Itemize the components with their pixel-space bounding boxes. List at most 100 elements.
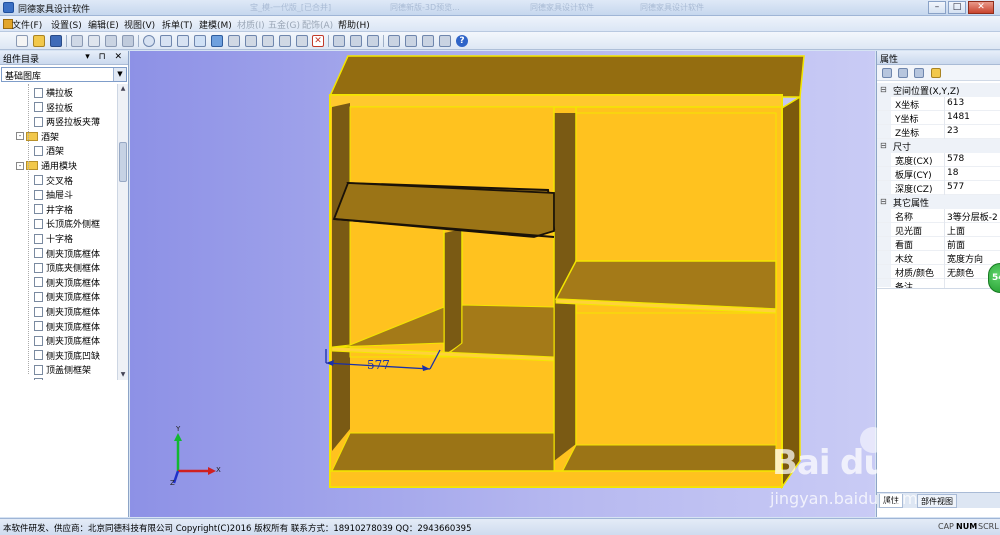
property-row[interactable]: 宽度(CX) 578 xyxy=(877,153,1000,167)
property-value[interactable]: 577 xyxy=(947,182,964,192)
chevron-down-icon[interactable]: ▼ xyxy=(113,68,126,81)
options-icon[interactable] xyxy=(105,35,117,47)
tree-item[interactable]: … xyxy=(34,378,55,380)
paste-icon[interactable] xyxy=(262,35,274,47)
new-icon[interactable] xyxy=(16,35,28,47)
export-icon[interactable] xyxy=(439,35,451,47)
minimize-button[interactable]: – xyxy=(928,1,946,14)
property-pages-icon[interactable] xyxy=(914,68,924,78)
library-select[interactable]: 基础图库 ▼ xyxy=(1,67,127,82)
print-icon[interactable] xyxy=(88,35,100,47)
collapse-icon[interactable]: ⊟ xyxy=(880,141,887,150)
delete-icon[interactable]: ✕ xyxy=(312,35,324,47)
floating-speed-button[interactable]: 54 xyxy=(988,263,1000,293)
categorized-icon[interactable] xyxy=(882,68,892,78)
zoom-icon[interactable] xyxy=(143,35,155,47)
menu-file[interactable]: 文件(F) xyxy=(12,18,42,31)
settings-icon[interactable] xyxy=(422,35,434,47)
property-value[interactable]: 23 xyxy=(947,126,958,136)
background-tab[interactable]: 同德家具设计软件 xyxy=(530,2,594,13)
scroll-thumb[interactable] xyxy=(119,142,127,182)
menu-material[interactable]: 材质(I) xyxy=(237,18,265,31)
background-tab[interactable]: 宝_模-一代版_[已合并] xyxy=(250,2,331,13)
tree-item[interactable]: 顶盖侧框架 xyxy=(34,363,91,377)
sort-alpha-icon[interactable] xyxy=(898,68,908,78)
pan-icon[interactable] xyxy=(160,35,172,47)
tree-item[interactable]: 长顶底外侧框 xyxy=(34,217,100,231)
background-tab[interactable]: 同德家具设计软件 xyxy=(640,2,704,13)
open-icon[interactable] xyxy=(33,35,45,47)
copy-icon[interactable] xyxy=(245,35,257,47)
collapse-toggle-icon[interactable]: - xyxy=(16,161,24,170)
property-category[interactable]: ⊟ 空间位置(X,Y,Z) xyxy=(877,83,1000,97)
property-row[interactable]: 木纹 宽度方向 xyxy=(877,251,1000,265)
property-row[interactable]: Z坐标 23 xyxy=(877,125,1000,139)
tree-item[interactable]: 侧夹顶底框体 xyxy=(34,320,100,334)
tab-properties[interactable]: 属性 xyxy=(879,494,903,508)
tree-item[interactable]: 侧夹顶底框体 xyxy=(34,305,100,319)
tree-item[interactable]: 竖拉板 xyxy=(34,101,73,115)
scroll-down-icon[interactable]: ▼ xyxy=(119,371,127,379)
property-row[interactable]: X坐标 613 xyxy=(877,97,1000,111)
rotate-icon[interactable] xyxy=(177,35,189,47)
panel-header-buttons[interactable]: ▾ ⊓ ✕ xyxy=(85,52,125,62)
measure-icon[interactable] xyxy=(405,35,417,47)
tree-item[interactable]: 两竖拉板夹薄 xyxy=(34,115,100,129)
menu-accessory[interactable]: 配饰(A) xyxy=(302,18,333,31)
tree-item[interactable]: 侧夹顶底框体 xyxy=(34,247,100,261)
background-tab[interactable]: 同德新版-3D预览... xyxy=(390,2,460,13)
tree-item[interactable]: 横拉板 xyxy=(34,86,73,100)
maximize-button[interactable]: □ xyxy=(948,1,966,14)
collapse-icon[interactable]: ⊟ xyxy=(880,85,887,94)
events-icon[interactable] xyxy=(931,68,941,78)
group-icon[interactable] xyxy=(296,35,308,47)
scroll-up-icon[interactable]: ▲ xyxy=(119,85,127,93)
tree-item[interactable]: 侧夹顶底框体 xyxy=(34,334,100,348)
close-button[interactable]: ✕ xyxy=(968,1,994,14)
tree-folder[interactable]: - 通用模块 xyxy=(16,159,77,173)
tree-item[interactable]: 井字格 xyxy=(34,203,73,217)
property-value[interactable]: 宽度方向 xyxy=(947,252,983,265)
menu-model[interactable]: 建模(M) xyxy=(199,18,232,31)
property-row[interactable]: 名称 3等分层板-2 xyxy=(877,209,1000,223)
camera-icon[interactable] xyxy=(122,35,134,47)
property-row[interactable]: Y坐标 1481 xyxy=(877,111,1000,125)
property-category[interactable]: ⊟ 尺寸 xyxy=(877,139,1000,153)
hand-icon[interactable] xyxy=(194,35,206,47)
tree-scrollbar[interactable]: ▲ ▼ xyxy=(117,84,128,380)
property-row[interactable]: 板厚(CY) 18 xyxy=(877,167,1000,181)
cube-icon[interactable] xyxy=(228,35,240,47)
help-icon[interactable]: ? xyxy=(456,35,468,47)
property-value[interactable]: 上面 xyxy=(947,224,965,237)
3d-viewport[interactable]: 577 Y X Z xyxy=(130,51,875,517)
tree-folder[interactable]: - 酒架 xyxy=(16,130,59,144)
menu-settings[interactable]: 设置(S) xyxy=(51,18,82,31)
property-row[interactable]: 材质/颜色 无颜色 xyxy=(877,265,1000,279)
menu-split[interactable]: 拆单(T) xyxy=(162,18,193,31)
view-icon[interactable] xyxy=(211,35,223,47)
tree-item[interactable]: 酒架 xyxy=(34,144,64,158)
align-icon[interactable] xyxy=(388,35,400,47)
cabinet-model[interactable]: 577 Y X Z xyxy=(130,51,875,517)
property-value[interactable]: 前面 xyxy=(947,238,965,251)
line-icon[interactable] xyxy=(367,35,379,47)
property-value[interactable]: 3等分层板-2 xyxy=(947,210,998,223)
menu-view[interactable]: 视图(V) xyxy=(124,18,155,31)
property-value[interactable]: 578 xyxy=(947,154,964,164)
property-value[interactable]: 无颜色 xyxy=(947,266,974,279)
tree-item[interactable]: 顶底夹侧框体 xyxy=(34,261,100,275)
property-category[interactable]: ⊟ 其它属性 xyxy=(877,195,1000,209)
property-row[interactable]: 看面 前面 xyxy=(877,237,1000,251)
menu-help[interactable]: 帮助(H) xyxy=(338,18,370,31)
tree-item[interactable]: 十字格 xyxy=(34,232,73,246)
tree-item[interactable]: 抽屉斗 xyxy=(34,188,73,202)
tree-item[interactable]: 交叉格 xyxy=(34,174,73,188)
mirror-icon[interactable] xyxy=(279,35,291,47)
property-value[interactable]: 18 xyxy=(947,168,958,178)
menu-hardware[interactable]: 五金(G) xyxy=(268,18,300,31)
property-value[interactable]: 613 xyxy=(947,98,964,108)
collapse-toggle-icon[interactable]: - xyxy=(16,132,24,141)
menu-edit[interactable]: 编辑(E) xyxy=(88,18,119,31)
grid-icon[interactable] xyxy=(71,35,83,47)
tab-part-view[interactable]: 部件视图 xyxy=(917,494,957,508)
